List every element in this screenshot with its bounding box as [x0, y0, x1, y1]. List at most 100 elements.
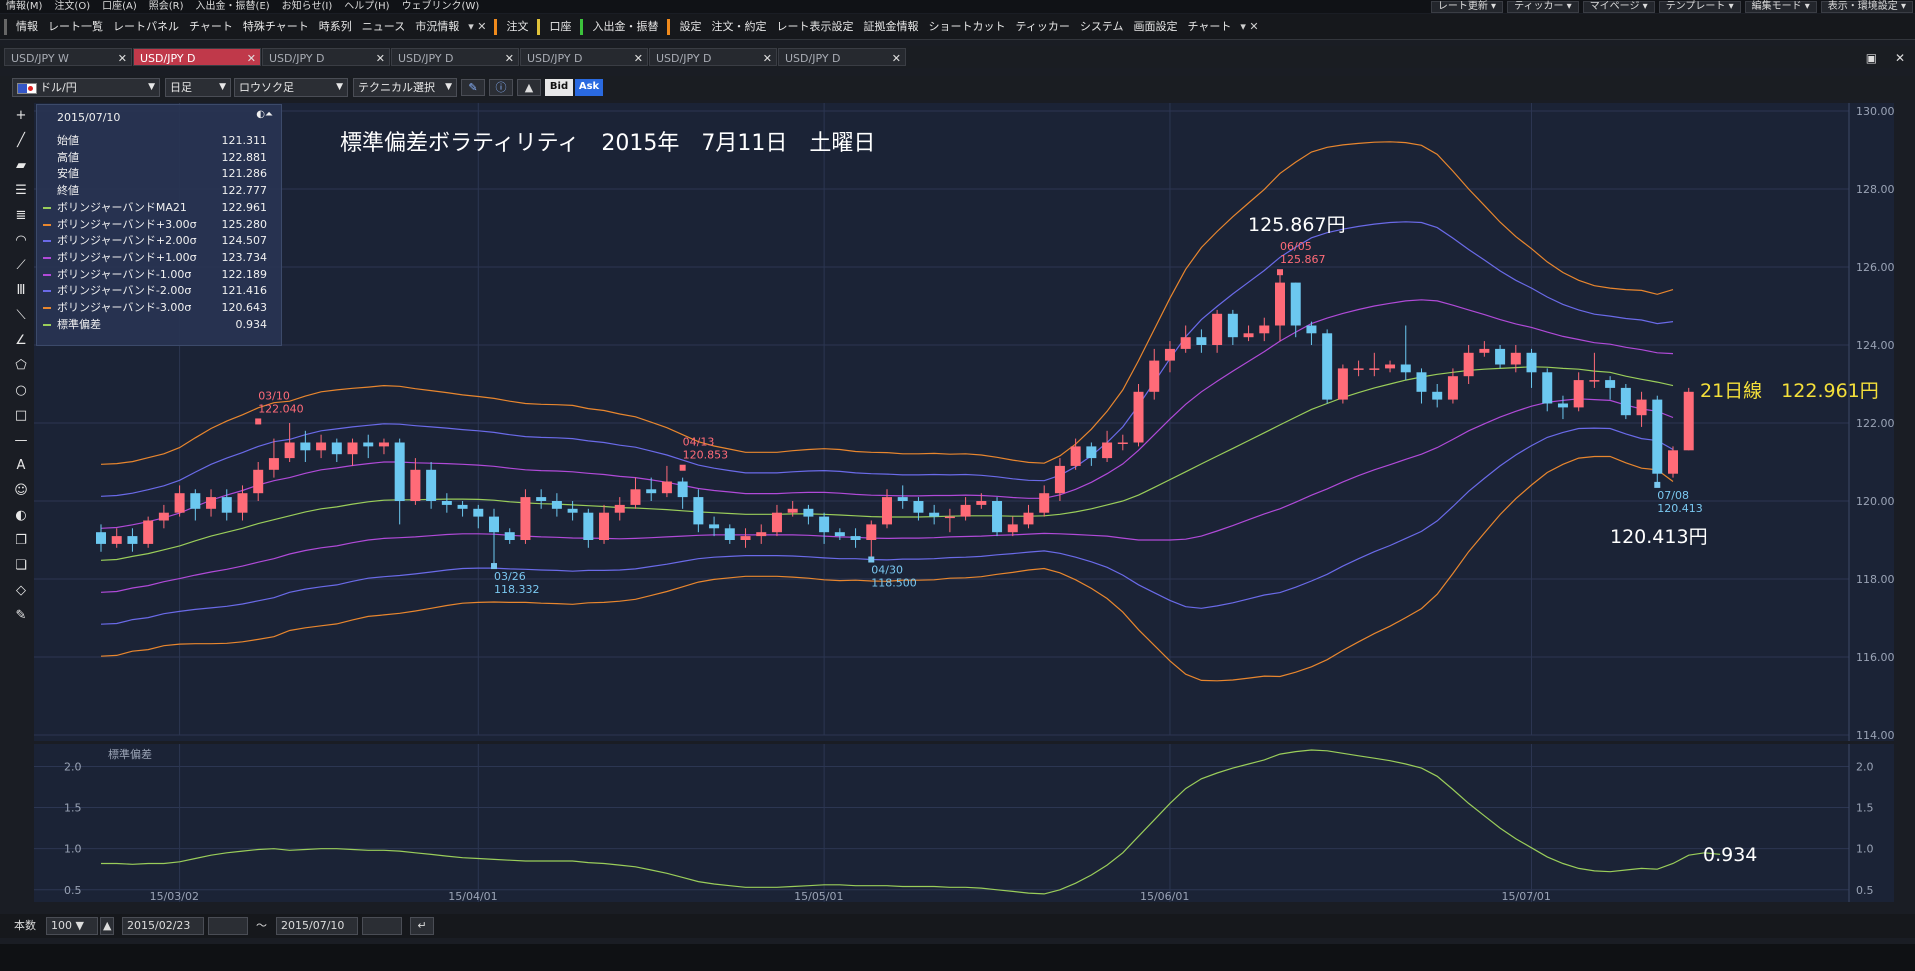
menu-right-item[interactable]: マイページ ▾	[1582, 1, 1655, 13]
currency-select[interactable]: ドル/円 ▼	[12, 78, 160, 97]
info-icon[interactable]: ⓘ	[489, 79, 513, 96]
menu-item[interactable]: ヘルプ(H)	[338, 0, 395, 13]
menu-right-item[interactable]: 表示・環境設定 ▾	[1820, 1, 1913, 13]
menu-item[interactable]: 入出金・振替(E)	[190, 0, 276, 13]
tab-close-icon[interactable]: ✕	[505, 49, 514, 69]
toolbar-item[interactable]: システム	[1075, 14, 1129, 39]
toolbar-item[interactable]: 特殊チャート	[238, 14, 314, 39]
toolbar-item[interactable]: 設定	[674, 14, 706, 39]
settings-tool-icon[interactable]: ✎	[10, 606, 32, 626]
menu-item[interactable]: お知らせ(I)	[276, 0, 339, 13]
menu-right-item[interactable]: レート更新 ▾	[1430, 1, 1504, 13]
tab-chart[interactable]: USD/JPY D ✕	[649, 48, 777, 66]
tab-chart[interactable]: USD/JPY D ✕	[262, 48, 390, 66]
tab-close-icon[interactable]: ✕	[634, 49, 643, 69]
count-up-button[interactable]: ▲	[100, 917, 114, 935]
ask-button[interactable]: Ask	[575, 79, 603, 96]
eraser-icon[interactable]: ◇	[10, 581, 32, 601]
trendline-icon[interactable]: ╱	[10, 131, 32, 151]
toolbar-item[interactable]: 注文	[501, 14, 533, 39]
layers-icon[interactable]: ❏	[10, 556, 32, 576]
menu-item[interactable]: 情報(M)	[0, 0, 48, 13]
maximize-icon[interactable]: ▣	[1866, 51, 1877, 65]
to-date-field[interactable]: 2015/07/10	[276, 917, 358, 935]
magnet-icon[interactable]: ◐	[10, 506, 32, 526]
toolbar-item[interactable]: 証拠金情報	[858, 14, 923, 39]
emoji-icon[interactable]: ☺	[10, 481, 32, 501]
copy-icon[interactable]: ❐	[10, 531, 32, 551]
toolbar-item[interactable]: チャート	[184, 14, 238, 39]
toolbar-item[interactable]: 入出金・振替	[587, 14, 663, 39]
data-window-controls[interactable]: ◐⏶	[256, 109, 273, 120]
series-swatch	[43, 190, 51, 192]
marker-square	[868, 556, 875, 563]
toolbar-item[interactable]: 注文・約定	[706, 14, 771, 39]
candle-body	[882, 497, 892, 525]
rectangle-icon[interactable]: □	[10, 406, 32, 426]
toolbar-more-icon[interactable]: ▾ ✕	[1236, 14, 1262, 39]
price-chart[interactable]: 130.00 128.00 126.00 124.00 122.00 120.00 118.…	[34, 103, 1894, 741]
toolbar-item[interactable]: 情報	[11, 14, 43, 39]
crosshair-icon[interactable]: +	[10, 106, 32, 126]
tab-close-icon[interactable]: ✕	[376, 49, 385, 69]
text-icon[interactable]: A	[10, 456, 32, 476]
arc-icon[interactable]: ◠	[10, 231, 32, 251]
count-select[interactable]: 100 ▼	[46, 917, 98, 935]
toolbar-item[interactable]: 時系列	[314, 14, 357, 39]
fan-icon[interactable]: ⟋	[10, 256, 32, 276]
circle-icon[interactable]: ○	[10, 381, 32, 401]
toolbar-more-icon[interactable]: ▾ ✕	[464, 14, 490, 39]
tab-close-icon[interactable]: ✕	[118, 49, 127, 69]
horizontal-lines-icon[interactable]: ☰	[10, 181, 32, 201]
horizontal-line-icon[interactable]: —	[10, 431, 32, 451]
toolbar-item[interactable]: レート一覧	[43, 14, 108, 39]
tab-close-icon[interactable]: ✕	[247, 49, 256, 69]
candle-body	[363, 442, 374, 447]
period-select[interactable]: 日足 ▼	[165, 78, 231, 97]
tab-chart[interactable]: USD/JPY D ✕	[133, 48, 261, 66]
tab-chart[interactable]: USD/JPY D ✕	[778, 48, 906, 66]
tab-chart[interactable]: USD/JPY W ✕	[4, 48, 132, 66]
technical-select[interactable]: テクニカル選択 ▼	[353, 78, 457, 97]
polyline-icon[interactable]: ∠	[10, 331, 32, 351]
menu-right-item[interactable]: 編集モード ▾	[1744, 1, 1817, 13]
area-chart-icon[interactable]: ▲	[517, 79, 541, 96]
toolbar-item[interactable]: レートパネル	[108, 14, 184, 39]
toolbar-item[interactable]: チャート	[1183, 14, 1237, 39]
chart-type-select[interactable]: ロウソク足 ▼	[234, 78, 348, 97]
menu-right-item[interactable]: ティッカー ▾	[1507, 1, 1579, 13]
pen-icon[interactable]: ✎	[461, 79, 485, 96]
menu-right-item[interactable]: テンプレート ▾	[1658, 1, 1741, 13]
fibonacci-icon[interactable]: ≣	[10, 206, 32, 226]
tab-chart[interactable]: USD/JPY D ✕	[391, 48, 519, 66]
menu-item[interactable]: ウェブリンク(W)	[396, 0, 486, 13]
candle-body	[1039, 493, 1050, 513]
to-time-field[interactable]	[362, 917, 402, 935]
candle-body	[441, 501, 452, 505]
toolbar-item[interactable]: ショートカット	[923, 14, 1010, 39]
from-time-field[interactable]	[208, 917, 248, 935]
toolbar-item[interactable]: 画面設定	[1129, 14, 1183, 39]
ruler-icon[interactable]: ▰	[10, 156, 32, 176]
toolbar-item[interactable]: レート表示設定	[771, 14, 858, 39]
toolbar-item[interactable]: ティッカー	[1010, 14, 1074, 39]
return-icon[interactable]: ↵	[410, 917, 434, 935]
tab-chart[interactable]: USD/JPY D ✕	[520, 48, 648, 66]
from-date-field[interactable]: 2015/02/23	[122, 917, 204, 935]
close-icon[interactable]: ✕	[1895, 51, 1905, 65]
toolbar-item[interactable]: 市況情報	[410, 14, 464, 39]
vertical-lines-icon[interactable]: Ⅲ	[10, 281, 32, 301]
toolbar-item[interactable]: ニュース	[357, 14, 410, 39]
menu-item[interactable]: 口座(A)	[96, 0, 143, 13]
menu-item[interactable]: 照会(R)	[143, 0, 190, 13]
toolbar-separator	[667, 19, 671, 35]
bid-button[interactable]: Bid	[545, 79, 573, 96]
candle-body	[1668, 450, 1678, 474]
toolbar-item[interactable]: 口座	[544, 14, 576, 39]
stddev-chart[interactable]: 2.0 2.0 1.5 1.5 1.0 1.0 0.5 0.5 15/03/02 15/04/01…	[34, 744, 1894, 902]
tab-close-icon[interactable]: ✕	[763, 49, 772, 69]
tab-close-icon[interactable]: ✕	[892, 49, 901, 69]
channel-icon[interactable]: ⟍	[10, 306, 32, 326]
pentagon-icon[interactable]: ⬠	[10, 356, 32, 376]
menu-item[interactable]: 注文(O)	[48, 0, 96, 13]
